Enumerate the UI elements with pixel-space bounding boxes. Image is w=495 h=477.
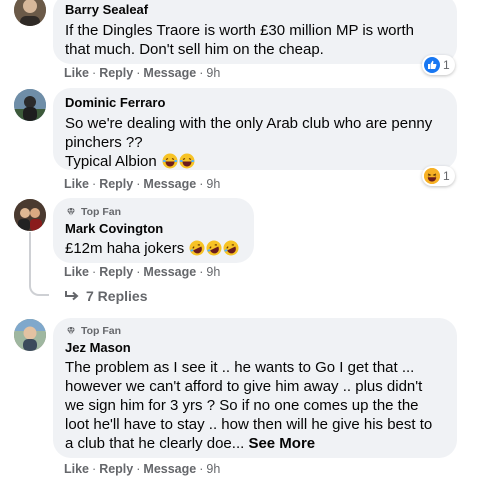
avatar[interactable] — [14, 0, 46, 26]
commenter-name[interactable]: Dominic Ferraro — [65, 95, 445, 111]
comment-text-line: If the Dingles Traore is worth £30 milli… — [65, 22, 415, 39]
comment-text-line: £12m haha jokers — [65, 239, 242, 258]
comment-text-line: however we can't afford to give him away… — [65, 378, 423, 395]
see-more-link[interactable]: See More — [248, 435, 315, 452]
comment-text-line: The problem as I see it .. he wants to G… — [65, 359, 415, 376]
avatar[interactable] — [14, 89, 46, 121]
comment-text-line: we sign him for 3 yrs ? So if no one com… — [65, 397, 419, 414]
message-button[interactable]: Message — [143, 177, 196, 191]
badge-label: Top Fan — [81, 206, 122, 218]
like-icon — [424, 57, 440, 73]
timestamp[interactable]: 9h — [206, 462, 220, 476]
reaction-summary[interactable]: 1 — [422, 55, 455, 75]
thread-line — [29, 232, 49, 296]
comment-text-line: a club that he clearly doe... See More — [65, 434, 445, 453]
laughing-emoji-icon — [179, 153, 195, 169]
view-replies-link[interactable]: 7 Replies — [64, 288, 147, 304]
reply-arrow-icon — [65, 291, 79, 301]
comment-text-line: that much. Don't sell him on the cheap. — [65, 41, 324, 58]
comment-text-line: loot he'll have to stay .. how then will… — [65, 416, 433, 433]
comment-actions: Like · Reply · Message · 9h — [64, 66, 221, 80]
like-button[interactable]: Like — [64, 66, 89, 80]
like-button[interactable]: Like — [64, 265, 89, 279]
timestamp[interactable]: 9h — [206, 177, 220, 191]
replies-count-label[interactable]: 7 Replies — [86, 288, 147, 304]
comment-text: Typical Albion — [65, 153, 157, 170]
comment-text-line: Typical Albion — [65, 152, 445, 171]
timestamp[interactable]: 9h — [206, 66, 220, 80]
comment-actions: Like · Reply · Message · 9h — [64, 177, 221, 191]
reply-button[interactable]: Reply — [99, 66, 133, 80]
comment-bubble: Dominic Ferraro So we're dealing with th… — [53, 88, 457, 170]
diamond-icon — [67, 207, 75, 217]
rofl-emoji-icon — [206, 240, 222, 256]
comment-text: a club that he clearly doe... — [65, 435, 245, 452]
comment-text-line: So we're dealing with the only Arab club… — [65, 115, 433, 132]
diamond-icon — [67, 326, 75, 336]
like-button[interactable]: Like — [64, 462, 89, 476]
timestamp[interactable]: 9h — [206, 265, 220, 279]
commenter-name[interactable]: Barry Sealeaf — [65, 2, 445, 18]
comment-bubble: Top Fan Jez Mason The problem as I see i… — [53, 318, 457, 458]
reaction-summary[interactable]: 1 — [422, 166, 455, 186]
top-fan-badge: Top Fan — [65, 205, 242, 219]
reaction-count: 1 — [443, 58, 450, 72]
message-button[interactable]: Message — [143, 462, 196, 476]
reply-button[interactable]: Reply — [99, 265, 133, 279]
comment-text-line: pinchers ?? — [65, 134, 143, 151]
laughing-emoji-icon — [162, 153, 178, 169]
commenter-name[interactable]: Mark Covington — [65, 221, 242, 237]
avatar[interactable] — [14, 199, 46, 231]
rofl-emoji-icon — [223, 240, 239, 256]
top-fan-badge: Top Fan — [65, 324, 445, 338]
avatar[interactable] — [14, 319, 46, 351]
message-button[interactable]: Message — [143, 265, 196, 279]
reply-button[interactable]: Reply — [99, 177, 133, 191]
comment-text: £12m haha jokers — [65, 240, 185, 257]
comment-actions: Like · Reply · Message · 9h — [64, 265, 221, 279]
rofl-emoji-icon — [189, 240, 205, 256]
comment-bubble: Top Fan Mark Covington £12m haha jokers — [53, 198, 254, 263]
reaction-count: 1 — [443, 169, 450, 183]
haha-icon — [424, 168, 440, 184]
comment-bubble: Barry Sealeaf If the Dingles Traore is w… — [53, 0, 457, 64]
reply-button[interactable]: Reply — [99, 462, 133, 476]
like-button[interactable]: Like — [64, 177, 89, 191]
badge-label: Top Fan — [81, 325, 122, 337]
commenter-name[interactable]: Jez Mason — [65, 340, 445, 356]
message-button[interactable]: Message — [143, 66, 196, 80]
